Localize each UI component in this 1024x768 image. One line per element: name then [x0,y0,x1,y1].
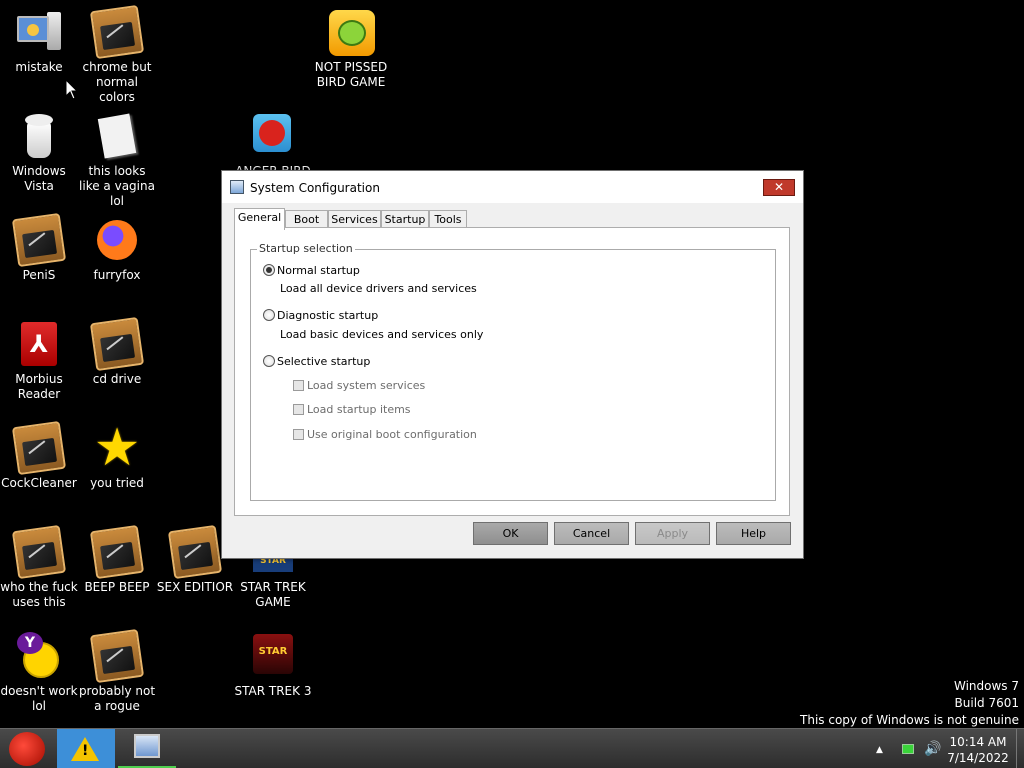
load-startup-items-checkbox[interactable] [293,404,304,415]
desktop-icon-anger-bird[interactable]: ANGER BIRD [234,112,312,179]
diagnostic-startup-radio[interactable] [263,309,275,321]
desktop-icon-windows-vista[interactable]: Windows Vista [0,112,78,194]
cancel-button[interactable]: Cancel [554,522,629,545]
desktop-icon-label: PeniS [22,268,56,282]
desktop-icon-label: furryfox [93,268,141,282]
ok-button[interactable]: OK [473,522,548,545]
desktop-icon-label: STAR TREK 3 [234,684,312,698]
desktop-icon-not-pissed-bird-game[interactable]: NOT PISSED BIRD GAME [312,8,390,90]
close-button[interactable]: ✕ [763,179,795,196]
desktop-icon-mistake[interactable]: mistake [0,8,78,75]
network-icon[interactable] [902,744,914,754]
pdf-reader-icon: ⅄ [15,320,63,368]
startup-selection-group: Startup selection Normal startup Load al… [250,242,776,501]
desktop-icon-label: probably not a rogue [78,684,156,713]
selective-startup-radio[interactable] [263,355,275,367]
application-icon [11,212,67,268]
watermark-build: Build 7601 [954,696,1019,710]
taskbar-warning-app[interactable]: ! [57,729,115,768]
msconfig-icon [230,180,244,194]
normal-startup-label[interactable]: Normal startup [277,264,360,277]
desktop-icon-probably-not-a-rogue[interactable]: probably not a rogue [78,628,156,714]
desktop-icon-label: you tried [90,476,144,490]
help-button[interactable]: Help [716,522,791,545]
application-icon [89,4,145,60]
load-system-services-checkbox[interactable] [293,380,304,391]
desktop-icon-star-trek-3[interactable]: STAR STAR TREK 3 [234,632,312,699]
taskbar: ! ▲ 🔊 10:14 AM 7/14/2022 [0,728,1024,768]
application-icon [89,628,145,684]
desktop-icon-penis[interactable]: PeniS [0,212,78,283]
diagnostic-startup-label[interactable]: Diagnostic startup [277,309,378,322]
volume-icon[interactable]: 🔊 [924,741,941,757]
star-trek-icon: STAR [249,632,297,680]
star-icon: ★ [93,418,141,478]
show-desktop-button[interactable] [1016,729,1024,768]
warning-exclamation-icon: ! [82,743,89,759]
title-bar[interactable]: System Configuration ✕ [222,171,803,203]
desktop-icon-beep-beep[interactable]: BEEP BEEP [78,524,156,595]
tab-general[interactable]: General [234,208,285,230]
bad-piggies-icon [327,8,375,56]
desktop-icon-label: doesn't work lol [0,684,78,713]
desktop-icon-cd-drive[interactable]: cd drive [78,316,156,387]
watermark-os: Windows 7 [953,679,1019,693]
desktop-icon-label: Windows Vista [12,164,66,193]
desktop-icon-label: CockCleaner [1,476,77,490]
firefox-icon [93,216,141,264]
application-icon [11,420,67,476]
application-icon [11,524,67,580]
yahoo-messenger-icon: Y [15,632,63,680]
watermark-genuine-notice: This copy of Windows is not genuine [800,713,1019,727]
desktop-icon-label: mistake [15,60,63,74]
group-title: Startup selection [257,242,355,255]
selective-startup-label[interactable]: Selective startup [277,355,370,368]
desktop-icon-who-uses-this[interactable]: who the fuck uses this [0,524,78,610]
general-tab-panel: Startup selection Normal startup Load al… [234,227,790,516]
desktop-icon-label: NOT PISSED BIRD GAME [314,60,388,89]
clock-date: 7/14/2022 [947,751,1009,765]
apply-button[interactable]: Apply [635,522,710,545]
start-button[interactable] [2,730,52,768]
desktop-icon-label: SEX EDITIOR [156,580,234,594]
desktop-icon-label: cd drive [92,372,142,386]
use-original-boot-config-label[interactable]: Use original boot configuration [307,428,477,441]
diagnostic-startup-description: Load basic devices and services only [280,328,484,341]
normal-startup-description: Load all device drivers and services [280,282,477,295]
application-icon [89,316,145,372]
normal-startup-radio[interactable] [263,264,275,276]
desktop-icon-chrome-but-normal-colors[interactable]: chrome but normal colors [78,4,156,105]
desktop-icon-cockcleaner[interactable]: CockCleaner [0,420,78,491]
desktop-icon-paper[interactable]: this looks like a vagina lol [78,112,156,209]
taskbar-system-configuration[interactable] [118,729,176,768]
desktop-icon-label: chrome but normal colors [82,60,152,104]
angry-birds-icon [249,112,297,160]
system-configuration-window: System Configuration ✕ General Boot Serv… [221,170,804,559]
desktop-icon-label: Morbius Reader [15,372,63,401]
desktop-icon-label: this looks like a vagina lol [79,164,155,208]
desktop-icon-you-tried[interactable]: ★ you tried [78,418,156,491]
application-icon [89,524,145,580]
recycle-bin-icon [15,112,63,160]
desktop-icon-furryfox[interactable]: furryfox [78,216,156,283]
desktop-icon-doesnt-work[interactable]: Y doesn't work lol [0,632,78,714]
window-title: System Configuration [250,181,380,195]
desktop-icon-morbius-reader[interactable]: ⅄ Morbius Reader [0,320,78,402]
load-system-services-label[interactable]: Load system services [307,379,425,392]
angry-bird-start-icon [9,732,45,766]
use-original-boot-config-checkbox[interactable] [293,429,304,440]
load-startup-items-label[interactable]: Load startup items [307,403,411,416]
desktop-icon-label: who the fuck uses this [0,580,78,609]
computer-icon [15,8,63,56]
application-icon [167,524,223,580]
clock[interactable]: 10:14 AM 7/14/2022 [944,734,1012,766]
document-icon [93,112,141,160]
clock-time: 10:14 AM [949,735,1007,749]
desktop-icon-label: BEEP BEEP [84,580,150,594]
desktop-icon-label: STAR TREK GAME [240,580,306,609]
windows-watermark: Windows 7 Build 7601 This copy of Window… [800,678,1019,729]
msconfig-icon [134,734,160,758]
show-hidden-icons-icon[interactable]: ▲ [876,745,883,755]
